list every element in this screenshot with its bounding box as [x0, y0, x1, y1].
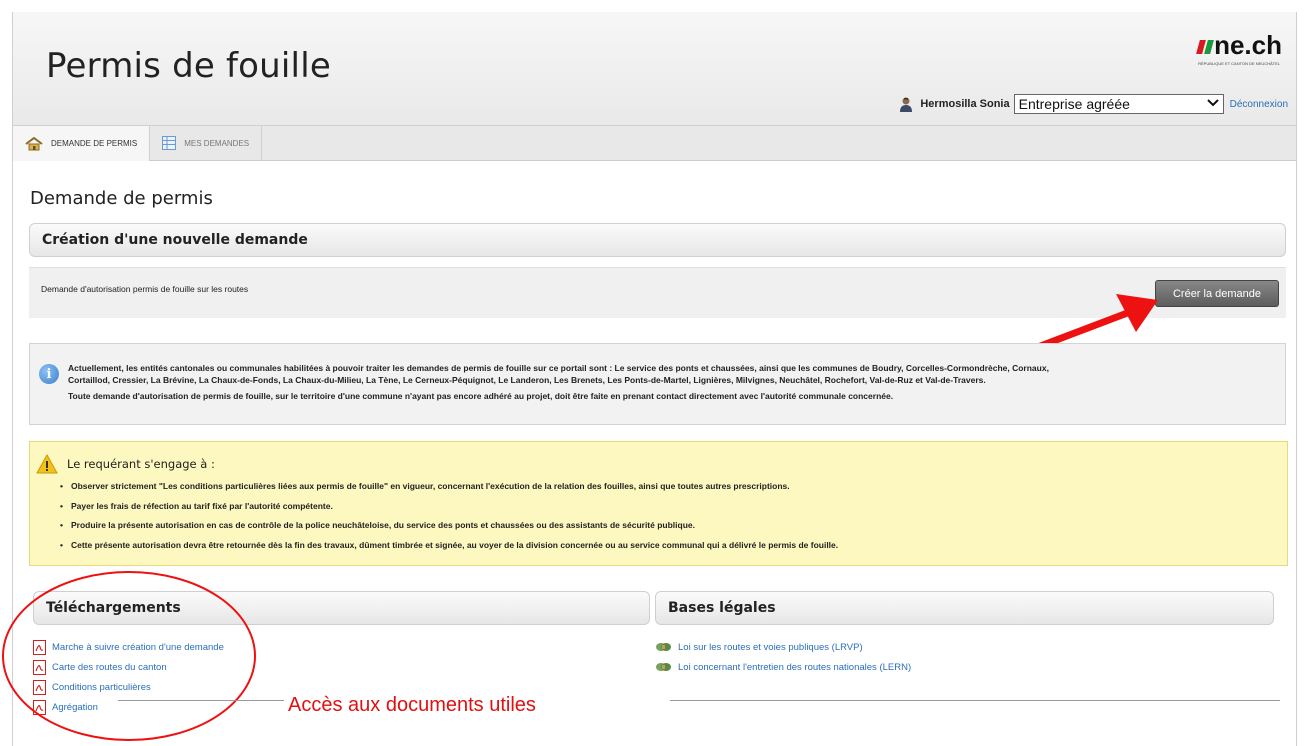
- legal-list: Loi sur les routes et voies publiques (L…: [655, 637, 911, 677]
- law-icon: [656, 643, 671, 651]
- info-line: Actuellement, les entités cantonales ou …: [68, 363, 1049, 373]
- logo-subtext: RÉPUBLIQUE ET CANTON DE NEUCHÂTEL: [1198, 61, 1280, 66]
- header: Permis de fouille ne.ch RÉPUBLIQUE ET CA…: [13, 12, 1296, 126]
- list-item: Produire la présente autorisation en cas…: [60, 519, 838, 539]
- app-title: Permis de fouille: [46, 46, 331, 86]
- tab-bar: DEMANDE DE PERMIS MES DEMANDES: [13, 126, 1296, 161]
- commitment-title: Le requérant s'engage à :: [67, 457, 215, 471]
- flag-green-icon: [1204, 40, 1214, 54]
- commitment-list: Observer strictement "Les conditions par…: [60, 480, 838, 558]
- tab-demande-de-permis[interactable]: DEMANDE DE PERMIS: [13, 126, 151, 161]
- list-item: Payer les frais de réfection au tarif fi…: [60, 500, 838, 520]
- tab-mes-demandes[interactable]: MES DEMANDES: [150, 126, 263, 160]
- tab-label: MES DEMANDES: [184, 138, 250, 148]
- annotation-ellipse: [2, 571, 256, 741]
- table-icon: [162, 136, 177, 150]
- commitment-box: Le requérant s'engage à : Observer stric…: [29, 441, 1288, 566]
- info-line: Cortaillod, Cressier, La Brévine, La Cha…: [68, 375, 986, 385]
- section-header-new-request: Création d'une nouvelle demande: [29, 223, 1286, 257]
- logout-link[interactable]: Déconnexion: [1230, 99, 1288, 110]
- section-title: Bases légales: [668, 600, 776, 616]
- section-header-legal: Bases légales: [655, 591, 1274, 625]
- user-icon: [900, 97, 913, 112]
- section-title: Création d'une nouvelle demande: [42, 232, 308, 248]
- canton-logo[interactable]: ne.ch RÉPUBLIQUE ET CANTON DE NEUCHÂTEL: [1172, 30, 1282, 66]
- page-title: Demande de permis: [30, 188, 213, 209]
- info-line: Toute demande d'autorisation de permis d…: [68, 391, 894, 401]
- annotation-underline-right: [670, 700, 1280, 701]
- request-description: Demande d'autorisation permis de fouille…: [41, 284, 249, 294]
- tab-label: DEMANDE DE PERMIS: [51, 139, 138, 148]
- warning-icon: [36, 454, 58, 474]
- list-item: Cette présente autorisation devra être r…: [60, 539, 838, 559]
- annotation-underline-left: [118, 700, 284, 701]
- list-item: Observer strictement "Les conditions par…: [60, 480, 838, 500]
- info-text: Actuellement, les entités cantonales ou …: [68, 362, 1278, 402]
- role-select[interactable]: Entreprise agréée: [1013, 94, 1224, 114]
- legal-link[interactable]: Loi sur les routes et voies publiques (L…: [655, 637, 911, 657]
- info-icon: i: [39, 364, 59, 384]
- create-request-button[interactable]: Créer la demande: [1155, 280, 1279, 307]
- home-icon: [25, 136, 43, 150]
- info-box: i Actuellement, les entités cantonales o…: [29, 343, 1286, 425]
- role-select-value: Entreprise agréée: [1018, 96, 1130, 112]
- logo-text-group: ne.ch: [1196, 30, 1282, 61]
- law-icon: [656, 663, 671, 671]
- link-label: Loi sur les routes et voies publiques (L…: [678, 641, 863, 653]
- chevron-down-icon: [1206, 98, 1219, 110]
- annotation-text: Accès aux documents utiles: [288, 694, 536, 716]
- user-bar: Hermosilla Sonia Entreprise agréée Décon…: [898, 94, 1288, 114]
- user-name: Hermosilla Sonia: [920, 98, 1010, 110]
- link-label: Loi concernant l'entretien des routes na…: [678, 661, 912, 673]
- legal-link[interactable]: Loi concernant l'entretien des routes na…: [655, 657, 911, 677]
- logo-text: ne.ch: [1214, 30, 1282, 60]
